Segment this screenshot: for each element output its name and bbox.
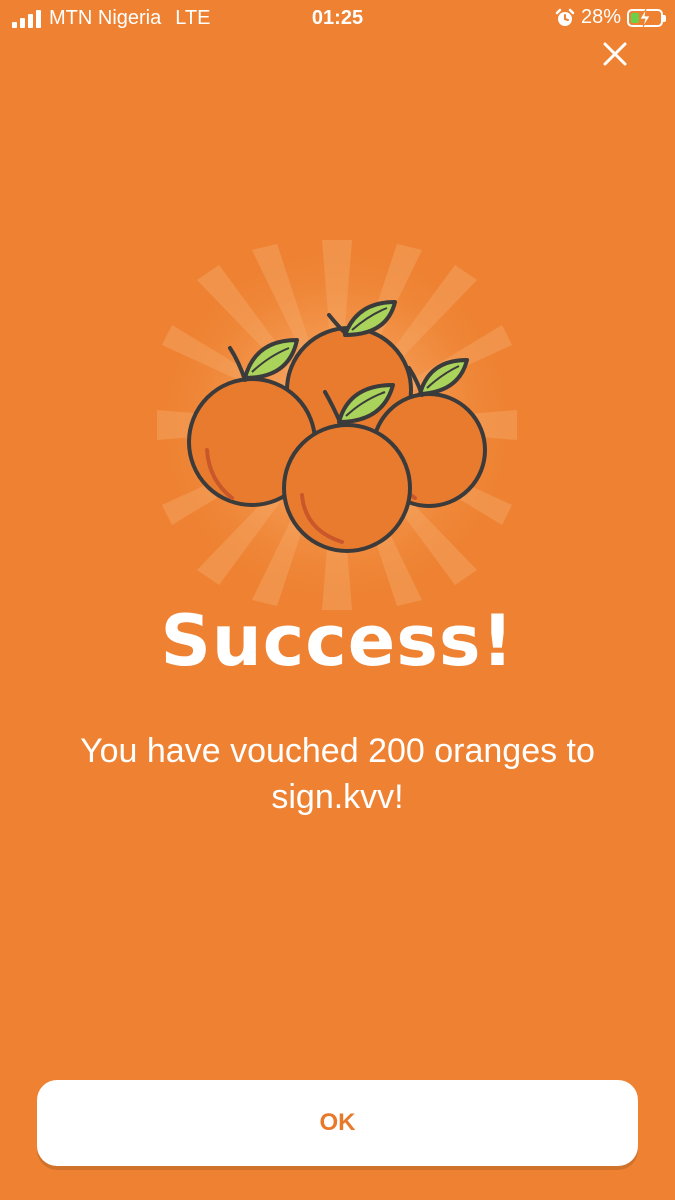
battery-level: [631, 12, 639, 23]
ok-button-label: OK: [319, 1109, 356, 1136]
status-bar: MTN Nigeria LTE 01:25 28%: [0, 0, 675, 38]
oranges-illustration: [152, 240, 522, 610]
battery-percent: 28%: [580, 6, 621, 28]
success-title: Success!: [160, 600, 515, 682]
close-button[interactable]: [601, 40, 629, 68]
success-message: You have vouched 200 oranges to sign.kvv…: [80, 732, 595, 816]
status-right: 28%: [555, 6, 666, 29]
alarm-clock-icon: [555, 8, 575, 26]
ok-button[interactable]: OK: [37, 1080, 638, 1166]
battery-charging-icon: [627, 8, 666, 27]
close-icon: [603, 42, 627, 66]
